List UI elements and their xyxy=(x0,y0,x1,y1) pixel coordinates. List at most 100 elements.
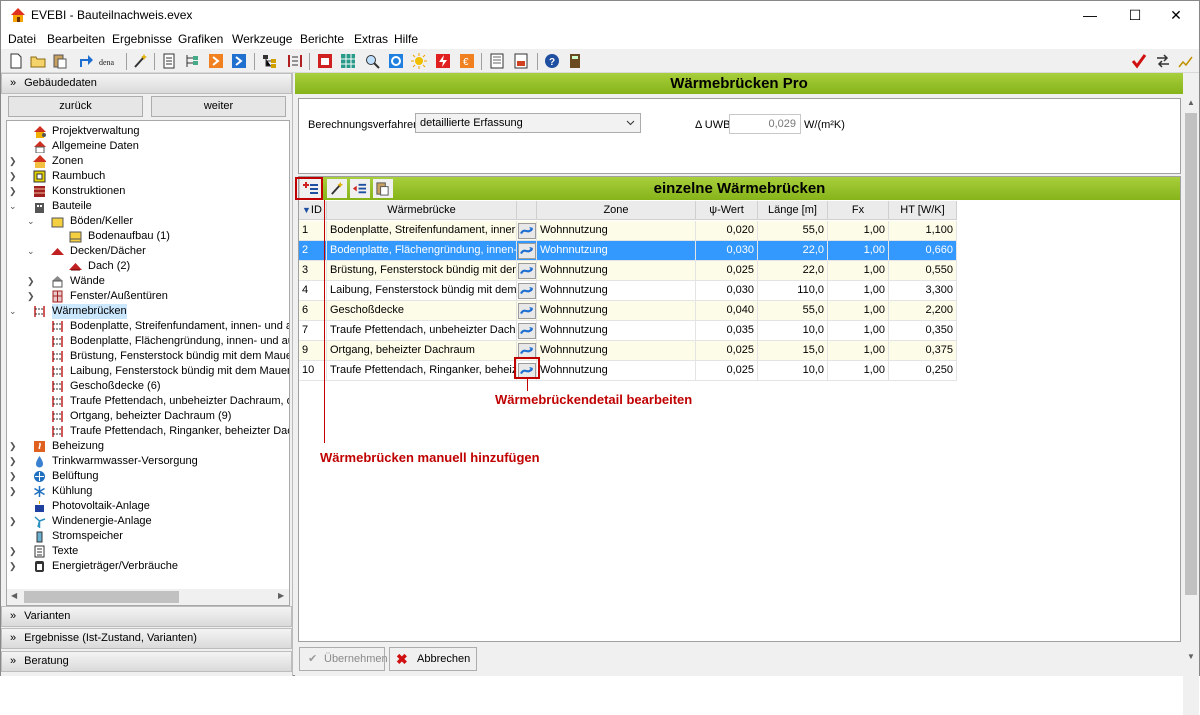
edit-detail-button[interactable] xyxy=(518,223,536,239)
tree-item[interactable]: Traufe Pfettendach, unbeheizter Dachraum… xyxy=(9,394,289,409)
chevron-right-icon[interactable]: ❯ xyxy=(9,559,19,574)
menu-hilfe[interactable]: Hilfe xyxy=(394,32,418,46)
chevron-down-icon[interactable]: ⌄ xyxy=(9,304,19,319)
tree-scroll-thumb[interactable] xyxy=(24,591,179,603)
red-window-icon[interactable] xyxy=(317,53,333,69)
tree-item[interactable]: Ortgang, beheizter Dachraum (9) xyxy=(9,409,289,424)
table-row[interactable]: 6 Geschoßdecke Wohnnutzung 0,040 55,0 1,00 2,2… xyxy=(299,301,959,321)
section-gebaeudedaten[interactable]: » Gebäudedaten xyxy=(1,73,292,94)
tree-item[interactable]: Photovoltaik-Anlage xyxy=(9,499,289,514)
calculator-icon[interactable] xyxy=(567,53,583,69)
menu-bearbeiten[interactable]: Bearbeiten xyxy=(47,32,105,46)
tree-item[interactable]: ⌄ Decken/Dächer xyxy=(9,244,289,259)
chevron-right-icon[interactable]: ❯ xyxy=(9,184,19,199)
tree-item[interactable]: ⌄ Bauteile xyxy=(9,199,289,214)
chevron-right-icon[interactable]: ❯ xyxy=(27,289,37,304)
chevron-down-icon[interactable]: ⌄ xyxy=(9,199,19,214)
paste-icon[interactable] xyxy=(52,53,68,69)
column-header-id[interactable]: ▼ID xyxy=(299,201,327,220)
tree-item[interactable]: Bodenaufbau (1) xyxy=(9,229,289,244)
export-arrow-icon[interactable] xyxy=(78,53,94,69)
chevron-right-icon[interactable]: ❯ xyxy=(9,154,19,169)
chevron-right-icon[interactable]: ❯ xyxy=(9,544,19,559)
table-row[interactable]: 4 Laibung, Fensterstock bündig mit dem l…… xyxy=(299,281,959,301)
tree-item[interactable]: ❯ Beheizung xyxy=(9,439,289,454)
list-columns-icon[interactable] xyxy=(287,53,303,69)
column-header-length[interactable]: Länge [m] xyxy=(758,201,828,220)
column-header-zone[interactable]: Zone xyxy=(537,201,696,220)
edit-detail-button[interactable] xyxy=(518,283,536,299)
tree-item[interactable]: ❯ Windenergie-Anlage xyxy=(9,514,289,529)
tree-item[interactable]: Traufe Pfettendach, Ringanker, beheizter… xyxy=(9,424,289,439)
method-select[interactable]: detaillierte Erfassung xyxy=(415,113,641,133)
tree-structure-icon[interactable] xyxy=(184,53,200,69)
hierarchy-icon[interactable] xyxy=(262,53,278,69)
column-header-name[interactable]: Wärmebrücke xyxy=(327,201,517,220)
tree-item[interactable]: Laibung, Fensterstock bündig mit dem Mau… xyxy=(9,364,289,379)
move-bridge-button[interactable] xyxy=(350,179,370,198)
table-row[interactable]: 10 Traufe Pfettendach, Ringanker, beheiz…… xyxy=(299,361,959,381)
paste-bridge-button[interactable] xyxy=(373,179,393,198)
edit-detail-button[interactable] xyxy=(518,263,536,279)
main-scroll-thumb[interactable] xyxy=(1185,113,1197,595)
minimize-button[interactable]: — xyxy=(1067,1,1113,30)
fan-icon[interactable] xyxy=(388,53,404,69)
tree-item[interactable]: Projektverwaltung xyxy=(9,124,289,139)
section-ergebnisse[interactable]: » Ergebnisse (Ist-Zustand, Varianten) xyxy=(1,628,292,649)
tree-horizontal-scrollbar[interactable]: ◀ ▶ xyxy=(7,589,289,605)
table-row[interactable]: 3 Brüstung, Fensterstock bündig mit dem… W… xyxy=(299,261,959,281)
menu-extras[interactable]: Extras xyxy=(354,32,388,46)
blue-forward-icon[interactable] xyxy=(231,53,247,69)
tree-item[interactable]: ⌄ Böden/Keller xyxy=(9,214,289,229)
euro-icon[interactable]: € xyxy=(459,53,475,69)
back-button[interactable]: zurück xyxy=(8,96,143,117)
new-file-icon[interactable] xyxy=(8,53,24,69)
report-icon[interactable] xyxy=(489,53,505,69)
column-header-psi[interactable]: ψ-Wert xyxy=(696,201,758,220)
next-button[interactable]: weiter xyxy=(151,96,286,117)
menu-ergebnisse[interactable]: Ergebnisse xyxy=(112,32,172,46)
chevron-right-icon[interactable]: ❯ xyxy=(9,454,19,469)
tree-item[interactable]: Bodenplatte, Flächengründung, innen- und… xyxy=(9,334,289,349)
tree-item[interactable]: Geschoßdecke (6) xyxy=(9,379,289,394)
table-row[interactable]: 2 Bodenplatte, Flächengründung, innen-… Wo… xyxy=(299,241,959,261)
close-button[interactable]: ✕ xyxy=(1153,1,1199,30)
edit-detail-button[interactable] xyxy=(518,303,536,319)
maximize-button[interactable]: ☐ xyxy=(1112,1,1158,30)
help-icon[interactable]: ? xyxy=(544,53,560,69)
tree-item[interactable]: Brüstung, Fensterstock bündig mit dem Ma… xyxy=(9,349,289,364)
tree-item[interactable]: Bodenplatte, Streifenfundament, innen- u… xyxy=(9,319,289,334)
report-image-icon[interactable] xyxy=(513,53,529,69)
chevron-right-icon[interactable]: ❯ xyxy=(27,274,37,289)
chevron-right-icon[interactable]: ❯ xyxy=(9,514,19,529)
tree-item[interactable]: ❯ Energieträger/Verbräuche xyxy=(9,559,289,574)
tree-item[interactable]: ❯ Wände xyxy=(9,274,289,289)
lightning-icon[interactable] xyxy=(435,53,451,69)
chevron-right-icon[interactable]: ❯ xyxy=(9,484,19,499)
cancel-button[interactable]: ✖ Abbrechen xyxy=(389,647,477,671)
tree-item[interactable]: Stromspeicher xyxy=(9,529,289,544)
tree-item[interactable]: ❯ Konstruktionen xyxy=(9,184,289,199)
section-beratung[interactable]: » Beratung xyxy=(1,651,292,672)
grid-green-icon[interactable] xyxy=(340,53,356,69)
tree-item[interactable]: ❯ Zonen xyxy=(9,154,289,169)
tree-item[interactable]: Allgemeine Daten xyxy=(9,139,289,154)
apply-button[interactable]: ✔ Übernehmen xyxy=(299,647,388,671)
column-header-fx[interactable]: Fx xyxy=(828,201,889,220)
sun-icon[interactable] xyxy=(411,53,427,69)
chevron-right-icon[interactable]: ❯ xyxy=(9,469,19,484)
table-row[interactable]: 1 Bodenplatte, Streifenfundament, inner… W… xyxy=(299,221,959,241)
swap-arrows-icon[interactable] xyxy=(1155,53,1171,69)
column-header-ht[interactable]: HT [W/K] xyxy=(889,201,957,220)
dena-icon[interactable]: dena xyxy=(98,53,120,69)
chevron-right-icon[interactable]: ❯ xyxy=(9,439,19,454)
edit-detail-button[interactable] xyxy=(518,323,536,339)
open-folder-icon[interactable] xyxy=(30,53,46,69)
tree-item[interactable]: ⌄ Wärmebrücken xyxy=(9,304,289,319)
tree-item[interactable]: ❯ Fenster/Außentüren xyxy=(9,289,289,304)
wizard-button[interactable] xyxy=(327,179,347,198)
section-varianten[interactable]: » Varianten xyxy=(1,606,292,627)
menu-werkzeuge[interactable]: Werkzeuge xyxy=(232,32,292,46)
tree-item[interactable]: ❯ Belüftung xyxy=(9,469,289,484)
table-row[interactable]: 9 Ortgang, beheizter Dachraum Wohnnutzung 0… xyxy=(299,341,959,361)
